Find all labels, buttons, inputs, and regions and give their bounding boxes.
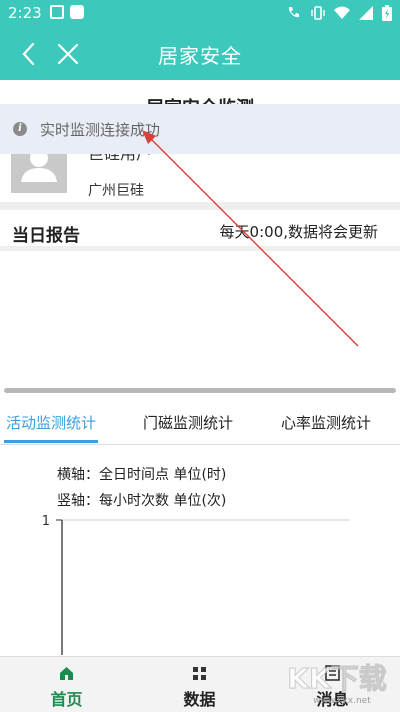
tabs-divider: [0, 444, 400, 445]
svg-text:www.kkx.net: www.kkx.net: [313, 696, 371, 706]
status-bar: 2:23: [0, 0, 400, 28]
tab-heart-rate-stats[interactable]: 心率监测统计: [281, 412, 371, 433]
activity-chart: 1: [42, 514, 350, 655]
x-axis-note: 横轴：全日时间点 单位(时): [57, 467, 227, 483]
info-icon: i: [13, 122, 27, 136]
toast-notification: i 实时监测连接成功: [0, 104, 400, 154]
top-nav-bar: 居家安全: [0, 28, 400, 80]
y-tick-label: 1: [42, 514, 50, 529]
battery-charging-icon: [382, 5, 392, 21]
tab-door-sensor-stats[interactable]: 门磁监测统计: [143, 412, 233, 433]
section-divider: [0, 246, 400, 251]
page-title: 居家安全: [158, 44, 242, 68]
active-tab-indicator: [4, 440, 98, 443]
report-update-note: 每天0:00,数据将会更新: [219, 223, 378, 241]
toast-message: 实时监测连接成功: [40, 121, 161, 139]
nav-home-label: 首页: [50, 690, 83, 709]
horizontal-scrollbar[interactable]: [4, 388, 396, 393]
home-icon: [60, 667, 73, 680]
nav-data-label: 数据: [183, 690, 216, 709]
wifi-call-icon: [289, 7, 299, 18]
vibrate-icon: [311, 6, 325, 20]
status-time: 2:23: [8, 4, 42, 22]
daily-report-title: 当日报告: [12, 226, 80, 246]
svg-text:KK下载: KK下载: [287, 662, 386, 695]
grid-icon: [193, 667, 206, 680]
nav-data[interactable]: 数据: [133, 657, 266, 712]
gallery-notification-icon: [50, 5, 64, 19]
tab-activity-stats[interactable]: 活动监测统计: [6, 412, 96, 433]
wifi-icon: [334, 6, 350, 19]
kkx-watermark-logo: KK下载 www.kkx.net: [287, 662, 387, 707]
company-name: 广州巨硅: [88, 183, 144, 199]
nav-home[interactable]: 首页: [0, 657, 133, 712]
signal-icon: [359, 6, 373, 20]
stats-tabs: 活动监测统计 门磁监测统计 心率监测统计: [0, 400, 400, 444]
app-notification-icon: [70, 5, 84, 19]
section-divider: [0, 202, 400, 210]
